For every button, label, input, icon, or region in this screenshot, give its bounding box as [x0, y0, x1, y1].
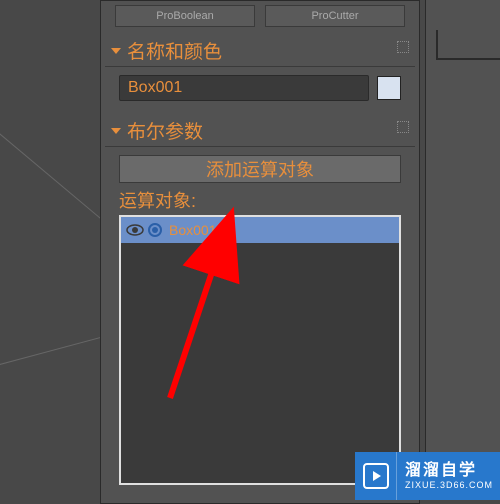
name-row	[119, 75, 401, 101]
color-swatch[interactable]	[377, 76, 401, 100]
name-color-header[interactable]: 名称和颜色	[105, 35, 415, 66]
watermark-url: ZIXUE.3D66.COM	[405, 481, 500, 490]
name-color-section: 名称和颜色	[105, 35, 415, 109]
proboolean-button[interactable]: ProBoolean	[115, 5, 255, 27]
bool-params-body: 添加运算对象 运算对象:	[105, 146, 415, 493]
eye-icon	[125, 223, 145, 237]
list-item-label: Box001	[169, 222, 216, 238]
watermark-text: 溜溜自学 ZIXUE.3D66.COM	[397, 463, 500, 490]
bool-params-header[interactable]: 布尔参数	[105, 115, 415, 146]
chevron-down-icon	[111, 48, 121, 54]
chevron-down-icon	[111, 128, 121, 134]
bool-params-section: 布尔参数 添加运算对象 运算对象:	[105, 115, 415, 493]
name-color-body	[105, 66, 415, 109]
watermark-logo-icon	[355, 452, 397, 500]
watermark: 溜溜自学 ZIXUE.3D66.COM	[355, 452, 500, 500]
watermark-title: 溜溜自学	[405, 463, 500, 479]
circle-icon	[147, 222, 163, 238]
operand-list-label: 运算对象:	[119, 187, 401, 213]
add-operand-button[interactable]: 添加运算对象	[119, 155, 401, 183]
name-color-title: 名称和颜色	[127, 37, 222, 64]
top-button-row: ProBoolean ProCutter	[105, 5, 415, 35]
list-item[interactable]: Box001	[121, 217, 399, 243]
right-panel-edge	[425, 0, 500, 500]
operand-list[interactable]: Box001	[119, 215, 401, 485]
procutter-button[interactable]: ProCutter	[265, 5, 405, 27]
viewport-background	[0, 0, 100, 500]
object-name-input[interactable]	[119, 75, 369, 101]
modifier-panel: ProBoolean ProCutter 名称和颜色 布尔参数 添加运算对象 运…	[100, 0, 420, 504]
bool-params-title: 布尔参数	[127, 117, 203, 144]
